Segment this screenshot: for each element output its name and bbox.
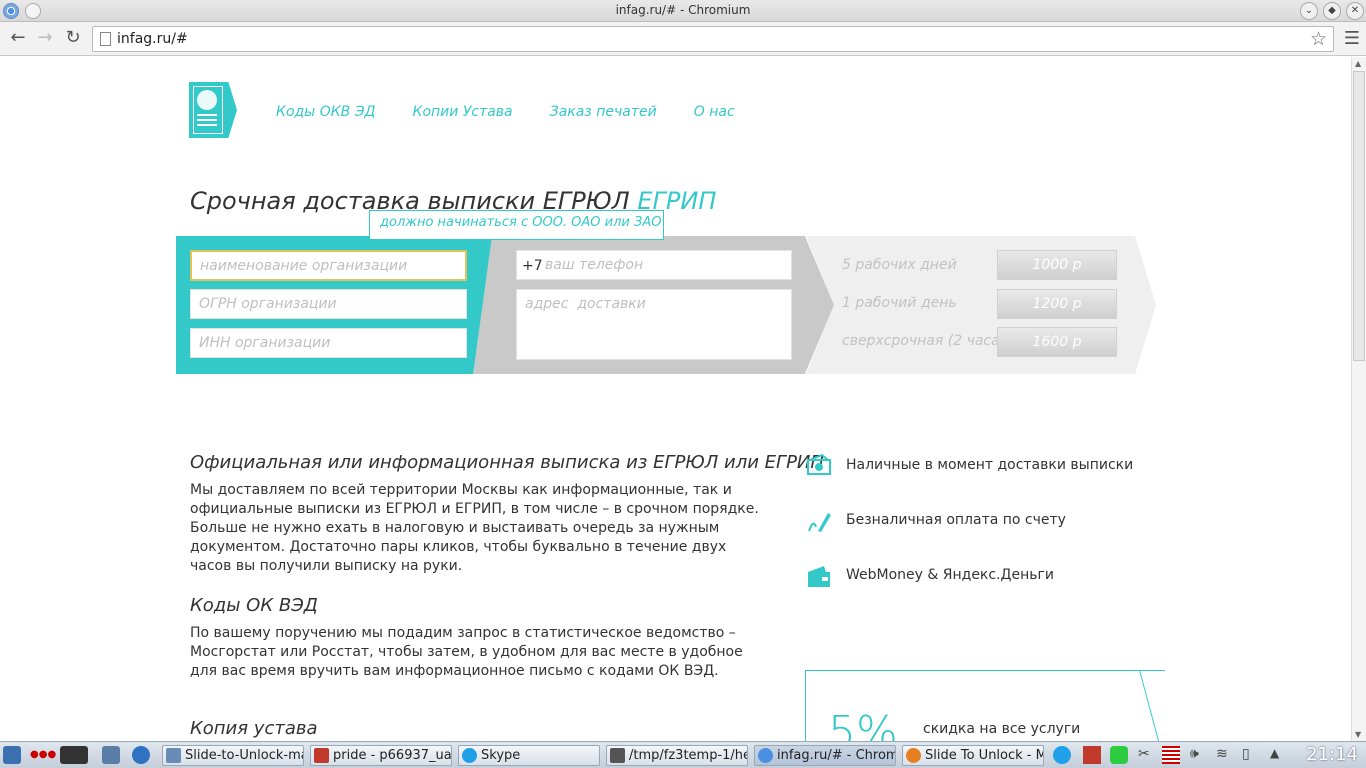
validation-tooltip: должно начинаться с ООО. ОАО или ЗАО [369,210,664,240]
task-label: infag.ru/# - Chrom [777,748,896,763]
option-urgent-label: сверхсрочная (2 часа) [842,333,1006,349]
tooltip-arrow [386,239,402,249]
wallet-icon [808,566,830,587]
window-icon [166,748,181,763]
web-page: Коды ОКВ ЭД Копии Устава Заказ печатей О… [0,57,1351,741]
address-input[interactable] [516,289,792,360]
skype-tray-icon[interactable] [1053,746,1071,764]
browser-menu-icon[interactable]: ☰ [1344,28,1360,49]
phone-input[interactable] [516,250,792,280]
browser-toolbar: ← → ↻ ☆ ☰ [0,22,1366,56]
forward-icon[interactable]: → [33,27,57,51]
window-title: infag.ru/# - Chromium [615,3,751,17]
back-icon[interactable]: ← [6,27,30,51]
payment-ewallet-text: WebMoney & Яндекс.Деньги [846,567,1054,583]
file-manager-icon[interactable] [102,746,120,764]
ogrn-input[interactable] [190,289,467,319]
nav-charter-copies[interactable]: Копии Устава [413,104,513,120]
web-browser-icon[interactable] [132,746,150,764]
section-title-charter: Копия устава [190,718,318,739]
task-label: Skype [481,748,521,763]
task-skype[interactable]: Skype [458,745,600,766]
check-tray-icon[interactable] [1110,746,1128,764]
task-label: /tmp/fz3temp-1/he [629,748,748,763]
option-5-days-label: 5 рабочих дней [842,257,957,273]
bookmark-star-icon[interactable]: ☆ [1310,28,1327,50]
desktop-pager-icon[interactable] [60,746,88,764]
section-text-extract: Мы доставляем по всей территории Москвы … [190,482,759,574]
task-slide-to-unlock-m[interactable]: Slide To Unlock - M [902,745,1044,766]
option-5-days-button[interactable]: 1000 р [997,250,1117,280]
pen-invoice-icon [808,513,831,532]
activities-icon[interactable]: ●●● [30,746,56,764]
payment-invoice-text: Безналичная оплата по счету [846,512,1066,528]
task-slide-to-unlock-ma[interactable]: Slide-to-Unlock-ma [162,745,304,766]
logo-line [197,124,217,126]
task-label: pride - p66937_ua [333,748,452,763]
editor-icon [610,748,625,763]
option-1-day-button[interactable]: 1200 р [997,289,1117,319]
promo-percent: 5% [828,707,898,741]
wifi-icon[interactable]: ≋ [1216,746,1234,764]
page-icon [100,32,111,46]
site-logo[interactable] [189,82,237,138]
task-label: Slide-to-Unlock-ma [185,748,304,763]
firefox-icon [906,748,921,763]
option-1-day-label: 1 рабочий день [842,295,957,311]
window-titlebar: infag.ru/# - Chromium ⌄ ◆ ✕ [0,0,1366,22]
scroll-thumb[interactable] [1353,71,1365,361]
task-infag-chromium[interactable]: infag.ru/# - Chrom [754,745,896,766]
filezilla-icon [314,748,329,763]
maximize-button[interactable]: ◆ [1323,2,1341,20]
eagle-emblem-icon [197,90,217,110]
section-text-okved: По вашему поручению мы подадим запрос в … [190,625,743,679]
url-input[interactable] [117,29,1297,49]
task-label: Slide To Unlock - M [925,748,1044,763]
close-button[interactable]: ✕ [1346,2,1364,20]
battery-icon[interactable]: ▯ [1242,746,1260,764]
cash-icon [807,454,831,475]
scroll-down-icon[interactable]: ▼ [1355,730,1361,739]
page-scrollbar[interactable]: ▲ ▼ [1351,57,1366,741]
filezilla-tray-icon[interactable] [1083,746,1101,764]
org-name-input[interactable] [190,250,467,281]
task-pride[interactable]: pride - p66937_ua [310,745,452,766]
payment-cash-text: Наличные в момент доставки выписки [846,457,1134,473]
tray-expand-icon[interactable]: ▲ [1270,746,1288,764]
scroll-up-icon[interactable]: ▲ [1355,59,1361,68]
nav-okved[interactable]: Коды ОКВ ЭД [276,104,375,120]
nav-stamps[interactable]: Заказ печатей [550,104,657,120]
logo-line [197,114,217,116]
nav-about[interactable]: О нас [694,104,735,120]
address-bar[interactable]: ☆ [92,26,1334,52]
logo-line [197,119,217,121]
taskbar-clock[interactable]: 21:14 [1306,744,1358,765]
section-title-extract: Официальная или информационная выписка и… [190,452,824,473]
reload-icon[interactable]: ↻ [61,27,85,51]
start-menu-icon[interactable] [3,746,21,764]
volume-icon[interactable]: 🕪 [1190,746,1208,764]
inn-input[interactable] [190,328,467,358]
promo-text: скидка на все услуги [923,721,1081,737]
taskbar: ●●● Slide-to-Unlock-ma pride - p66937_ua… [0,741,1366,768]
option-urgent-button[interactable]: 1600 р [997,327,1117,357]
phone-prefix: +7 [522,258,543,274]
skype-icon [462,748,477,763]
section-title-okved: Коды ОК ВЭД [190,595,318,616]
chromium-task-icon [758,748,773,763]
minimize-button[interactable]: ⌄ [1300,2,1318,20]
task-tmp-fz3temp[interactable]: /tmp/fz3temp-1/he [606,745,748,766]
scissors-tray-icon[interactable]: ✂ [1138,746,1156,764]
main-nav: Коды ОКВ ЭД Копии Устава Заказ печатей О… [276,101,767,120]
keyboard-layout-flag-icon[interactable] [1162,746,1180,764]
